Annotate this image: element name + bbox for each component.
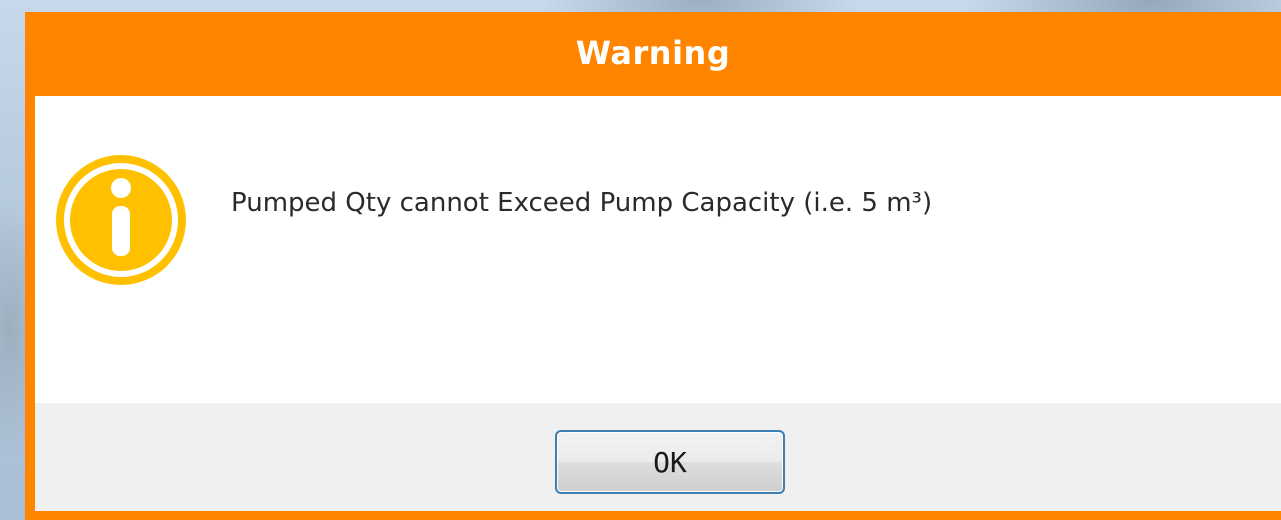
dialog-titlebar: Warning xyxy=(25,12,1281,96)
dialog-content: Pumped Qty cannot Exceed Pump Capacity (… xyxy=(35,96,1281,403)
info-icon xyxy=(51,150,191,290)
warning-dialog: Warning Pumped Qty cannot Exceed Pump Ca… xyxy=(25,12,1281,520)
dialog-title: Warning xyxy=(575,34,731,72)
ok-button[interactable]: OK xyxy=(555,430,785,494)
warning-message: Pumped Qty cannot Exceed Pump Capacity (… xyxy=(231,188,933,218)
dialog-footer: OK xyxy=(35,403,1281,511)
